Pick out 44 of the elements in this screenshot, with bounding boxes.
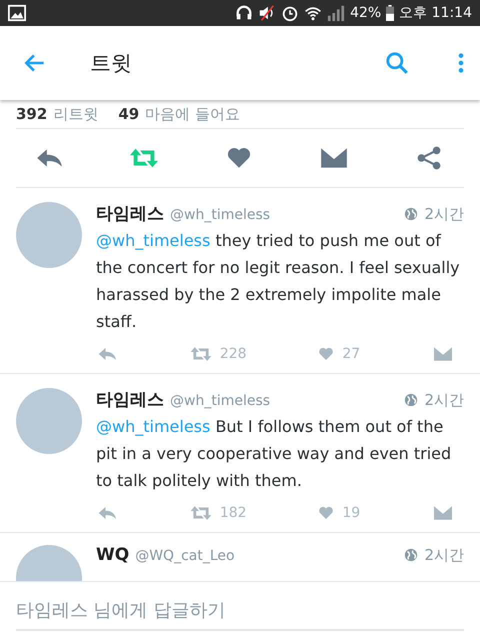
stat-label: 리트윗 (53, 104, 98, 124)
battery-icon (386, 4, 394, 22)
tweet-text: @wh_timeless they tried to push me out of the concert for no legit reason. I feel sexually harassed by the 2 extremely impolite male staff. (96, 230, 461, 333)
tweet-text: @wh_timeless But I follows them out of the pit in a very cooperative way and even tried to talk politely with them. (96, 416, 452, 492)
search-icon[interactable] (384, 50, 410, 76)
like-count: 19 (342, 505, 360, 521)
clock: 오후 11:14 (399, 4, 472, 22)
tweet-time: 2시간 (424, 205, 464, 224)
more-options-icon[interactable] (458, 52, 464, 74)
retweet-icon[interactable] (190, 504, 212, 522)
mention-link[interactable]: @wh_timeless (96, 231, 210, 250)
globe-icon (404, 206, 418, 220)
like-count: 27 (342, 346, 360, 362)
user-name: 타임레스 (96, 203, 164, 225)
signal-icon (327, 4, 346, 22)
stat-count: 392 (16, 105, 48, 123)
alarm-icon (281, 4, 300, 22)
battery-percent: 42% (350, 5, 382, 21)
mail-icon[interactable] (432, 504, 454, 522)
stat-count: 49 (118, 105, 140, 123)
tweet-time: 2시간 (424, 546, 464, 565)
user-handle: @wh_timeless (170, 207, 270, 223)
user-handle: @WQ_cat_Leo (135, 548, 235, 564)
globe-icon (404, 548, 418, 562)
image-icon (8, 4, 26, 22)
mention-link[interactable]: @wh_timeless (96, 417, 210, 436)
reply-icon[interactable] (96, 345, 118, 363)
stat-label: 마음에 들어요 (145, 104, 240, 124)
user-handle: @wh_timeless (170, 393, 270, 409)
retweet-count: 182 (220, 505, 247, 521)
heart-icon[interactable] (318, 505, 334, 521)
reply-icon[interactable] (96, 504, 118, 522)
globe-icon (404, 392, 418, 406)
retweet-icon[interactable] (190, 345, 212, 363)
tweet-time: 2시간 (424, 391, 464, 410)
mute-icon (258, 4, 276, 22)
reply-field[interactable]: 타임레스 님에게 답글하기 (16, 592, 464, 630)
user-name: 타임레스 (96, 389, 164, 411)
heart-icon[interactable] (318, 346, 334, 362)
retweet-count: 228 (220, 346, 247, 362)
mail-icon[interactable] (432, 345, 454, 363)
user-name: WQ (96, 545, 130, 565)
headset-icon (235, 4, 254, 22)
page-title: 트윗 (90, 50, 132, 77)
